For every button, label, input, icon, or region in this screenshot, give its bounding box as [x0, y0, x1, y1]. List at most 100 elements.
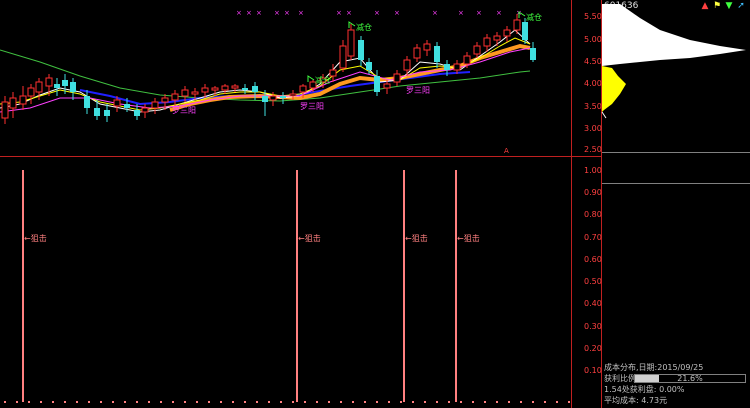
price-tick-label: 5.50: [584, 12, 602, 21]
indicator-tick-label: 0.50: [584, 277, 602, 286]
bottom-marker: [40, 401, 42, 403]
candle-body: [171, 93, 179, 101]
indicator-tick-label: 0.80: [584, 210, 602, 219]
candle-body: [444, 64, 450, 70]
reduce-arrow: [348, 21, 356, 28]
bottom-marker: [292, 401, 294, 403]
top-marker: ×: [336, 9, 342, 17]
top-marker: ×: [274, 9, 280, 17]
top-marker: ×: [246, 9, 252, 17]
candle-body: [161, 97, 169, 103]
top-marker-row: × × × × × × × × × × × × × × ×: [236, 9, 522, 17]
candle-body: [366, 62, 372, 70]
candle-body: [191, 91, 199, 95]
candle-body: [289, 93, 297, 97]
candle-body: [104, 110, 110, 116]
bottom-marker: [52, 401, 54, 403]
candlestick-series: [1, 14, 536, 124]
bottom-marker: [412, 401, 414, 403]
bottom-marker: [304, 401, 306, 403]
top-marker: ×: [284, 9, 290, 17]
marker-a: A: [504, 147, 509, 155]
candle-body: [9, 97, 17, 109]
price-tick-label: 4.00: [584, 79, 602, 88]
top-marker: ×: [236, 9, 242, 17]
candle-body: [483, 37, 491, 47]
snipe-label: ←狙击: [457, 234, 480, 243]
bottom-marker: [124, 401, 126, 403]
bottom-marker: [508, 401, 510, 403]
candle-body: [45, 77, 53, 87]
chart-canvas: × × × × × × × × × × × × × × ×: [0, 0, 750, 408]
price-tick-label: 4.50: [584, 57, 602, 66]
bottom-marker: [328, 401, 330, 403]
top-marker: ×: [374, 9, 380, 17]
candle-body: [530, 48, 536, 60]
price-tick-label: 3.00: [584, 124, 602, 133]
candle-body: [513, 19, 521, 31]
candle-body: [262, 96, 268, 102]
bottom-marker: [160, 401, 162, 403]
bottom-marker: [532, 401, 534, 403]
bottom-marker: [136, 401, 138, 403]
bottom-marker: [280, 401, 282, 403]
candle-body: [19, 95, 27, 105]
cost-distribution: [601, 4, 746, 119]
indicator-tick-label: 0.40: [584, 299, 602, 308]
bottom-marker: [172, 401, 174, 403]
candle-body: [54, 84, 60, 88]
bottom-marker: [4, 401, 6, 403]
indicator-tick-label: 0.60: [584, 255, 602, 264]
bottom-marker: [256, 401, 258, 403]
candle-body: [242, 88, 248, 90]
avg-cost-label: 平均成本:: [604, 396, 639, 405]
reduce-position-label: 减仓: [356, 23, 372, 32]
candle-body: [134, 110, 140, 116]
cost-profile-yellow: [602, 66, 626, 112]
bottom-marker: [436, 401, 438, 403]
top-marker: ×: [298, 9, 304, 17]
top-marker: ×: [346, 9, 352, 17]
cost-profile-white: [602, 4, 746, 66]
candle-body: [252, 86, 258, 92]
bottom-marker: [112, 401, 114, 403]
indicator-tick-label: 0.90: [584, 188, 602, 197]
candle-body: [1, 101, 9, 119]
profit-ratio-row: 获利比例: 21.6%: [604, 374, 748, 383]
candle-body: [35, 81, 43, 93]
candle-body: [141, 107, 149, 113]
profit-ratio-bar: 21.6%: [634, 374, 746, 383]
bottom-marker: [184, 401, 186, 403]
cost-title-row: 成本分布,日期:2015/09/25: [604, 363, 703, 372]
price-tick-label: 3.50: [584, 102, 602, 111]
bottom-marker: [568, 401, 570, 403]
signal-bar: [403, 170, 405, 402]
bottom-marker: [220, 401, 222, 403]
bottom-marker: [148, 401, 150, 403]
bottom-marker: [64, 401, 66, 403]
bottom-marker: [316, 401, 318, 403]
bottom-marker: [352, 401, 354, 403]
candle-body: [522, 22, 528, 40]
candle-body: [113, 99, 121, 107]
top-marker: ×: [432, 9, 438, 17]
bottom-marker: [364, 401, 366, 403]
candle-body: [473, 45, 481, 55]
candle-body: [463, 55, 471, 65]
candle-body: [181, 89, 189, 97]
reduce-position-label: 减仓: [315, 76, 331, 85]
candle-body: [434, 46, 440, 62]
bottom-marker: [460, 401, 462, 403]
candle-body: [84, 96, 90, 108]
candle-body: [299, 85, 307, 93]
candle-body: [374, 76, 380, 92]
profit-at-label: 1.54处获利盘:: [604, 385, 657, 394]
bottom-marker: [28, 401, 30, 403]
three-yang-label: 罗三阳: [300, 102, 324, 111]
reduce-position-label: 减仓: [526, 13, 542, 22]
snipe-label: ←狙击: [298, 234, 321, 243]
top-marker: ×: [476, 9, 482, 17]
bottom-marker: [100, 401, 102, 403]
candle-body: [151, 101, 159, 109]
candle-body: [453, 63, 461, 71]
